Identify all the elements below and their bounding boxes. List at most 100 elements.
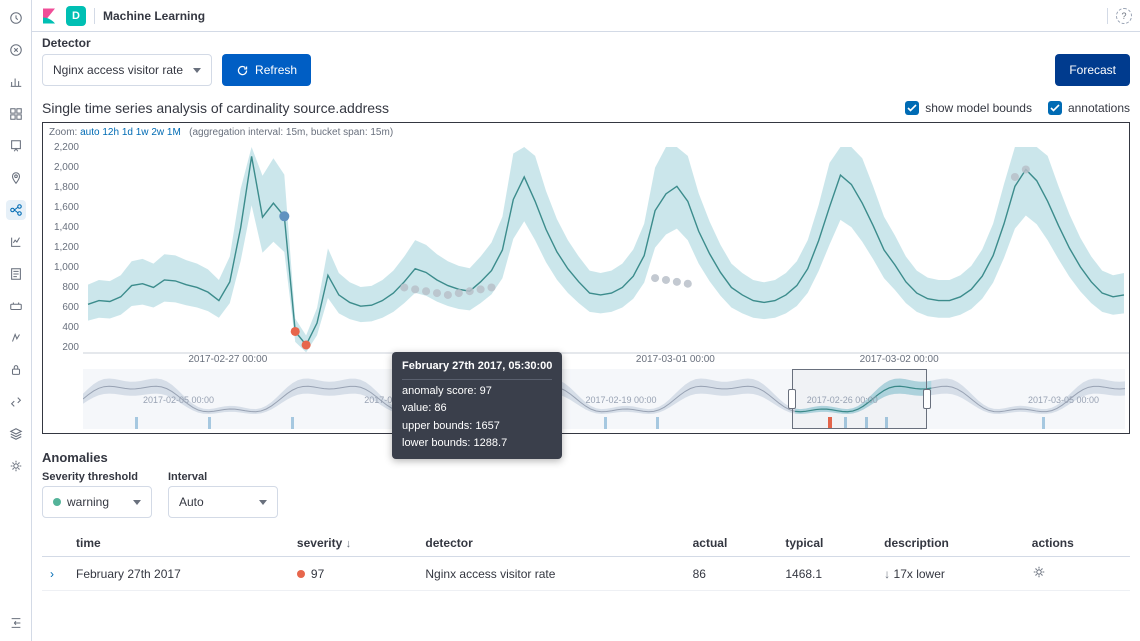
nav-ml-icon[interactable] [6,200,26,220]
zoom-bar: Zoom: auto 12h 1d 1w 2w 1M (aggregation … [43,123,1129,142]
sort-desc-icon: ↓ [346,538,352,550]
forecast-button[interactable]: Forecast [1055,54,1130,86]
header-divider [94,8,95,24]
zoom-12h[interactable]: 12h [102,127,119,138]
tooltip-row: value: 86 [402,400,552,418]
zoom-1M[interactable]: 1M [167,127,181,138]
nav-apm-icon[interactable] [6,296,26,316]
row-actions-gear-icon[interactable] [1032,568,1046,582]
nav-security-icon[interactable] [6,360,26,380]
zoom-1d[interactable]: 1d [122,127,133,138]
help-icon[interactable]: ? [1116,8,1132,24]
severity-threshold-label: Severity threshold [42,471,152,483]
col-actual[interactable]: actual [685,530,778,557]
ctx-tick: 2017-03-05 00:00 [1028,395,1099,405]
check-icon [905,101,919,115]
detector-select[interactable]: Nginx access visitor rate [42,54,212,86]
severity-dot-icon [53,498,61,506]
nav-stack-icon[interactable] [6,424,26,444]
zoom-1w[interactable]: 1w [136,127,149,138]
annotations-checkbox[interactable]: annotations [1048,101,1130,115]
description-text: 17x lower [894,567,945,581]
expand-row-icon[interactable]: › [50,567,60,581]
col-typical[interactable]: typical [777,530,876,557]
severity-select[interactable]: warning [42,486,152,518]
show-bounds-label: show model bounds [925,101,1032,115]
col-description[interactable]: description [876,530,1024,557]
ctx-tick: 2017-02-05 00:00 [143,395,214,405]
tooltip-row: anomaly score: 97 [402,383,552,401]
nav-dashboard-icon[interactable] [6,104,26,124]
cell-detector: Nginx access visitor rate [417,557,684,591]
cell-severity: 97 [289,557,417,591]
col-detector[interactable]: detector [417,530,684,557]
zoom-2w[interactable]: 2w [151,127,164,138]
ctx-tick: 2017-02-19 00:00 [585,395,656,405]
app-title: Machine Learning [103,9,205,23]
tooltip-row: lower bounds: 1288.7 [402,435,552,453]
nav-devtools-icon[interactable] [6,392,26,412]
refresh-icon [236,64,249,77]
nav-recent-icon[interactable] [6,8,26,28]
detector-select-value: Nginx access visitor rate [53,63,183,77]
context-chart[interactable]: 2017-02-05 00:00 2017-02-12 00:00 2017-0… [83,369,1125,429]
anomalies-table: time severity ↓ detector actual typical … [42,530,1130,591]
y-tick: 800 [43,282,79,293]
show-bounds-checkbox[interactable]: show model bounds [905,101,1032,115]
context-x-axis: 2017-02-05 00:00 2017-02-12 00:00 2017-0… [123,395,1119,405]
cell-actual: 86 [685,557,778,591]
chart-tooltip: February 27th 2017, 05:30:00 anomaly sco… [392,352,562,459]
space-badge[interactable]: D [66,6,86,26]
y-tick: 600 [43,302,79,313]
tooltip-row: upper bounds: 1657 [402,418,552,436]
y-tick: 1,200 [43,242,79,253]
collapse-sidebar-icon[interactable] [6,613,26,633]
nav-uptime-icon[interactable] [6,328,26,348]
cell-description: ↓ 17x lower [876,557,1024,591]
timeseries-chart: Zoom: auto 12h 1d 1w 2w 1M (aggregation … [42,122,1130,434]
nav-discover-icon[interactable] [6,40,26,60]
cell-typical: 1468.1 [777,557,876,591]
interval-select-value: Auto [179,495,204,509]
col-time[interactable]: time [68,530,289,557]
interval-label: Interval [168,471,278,483]
tooltip-title: February 27th 2017, 05:30:00 [402,358,552,380]
anomalies-header: Anomalies [42,450,1130,465]
refresh-label: Refresh [255,63,297,77]
y-tick: 2,000 [43,162,79,173]
cell-time: February 27th 2017 [68,557,289,591]
y-tick: 1,800 [43,182,79,193]
col-severity[interactable]: severity ↓ [289,530,417,557]
nav-canvas-icon[interactable] [6,136,26,156]
severity-select-value: warning [67,495,109,509]
chart-title: Single time series analysis of cardinali… [42,100,389,116]
nav-visualize-icon[interactable] [6,72,26,92]
plot-area[interactable] [83,142,1129,367]
nav-metrics-icon[interactable] [6,232,26,252]
y-tick: 400 [43,322,79,333]
arrow-down-icon: ↓ [884,567,890,581]
detector-label: Detector [42,36,1130,50]
x-axis: 2017-02-27 00:00 2017-02-28 00:00 2017-0… [83,354,1123,365]
sidebar [0,0,32,641]
y-tick: 2,200 [43,142,79,153]
nav-management-icon[interactable] [6,456,26,476]
x-tick: 2017-02-27 00:00 [188,354,267,365]
y-tick: 1,600 [43,202,79,213]
nav-maps-icon[interactable] [6,168,26,188]
zoom-auto[interactable]: auto [80,127,99,138]
forecast-label: Forecast [1069,63,1116,77]
check-icon [1048,101,1062,115]
table-row: › February 27th 2017 97 Nginx access vis… [42,557,1130,591]
nav-logs-icon[interactable] [6,264,26,284]
refresh-button[interactable]: Refresh [222,54,311,86]
y-tick: 1,000 [43,262,79,273]
interval-select[interactable]: Auto [168,486,278,518]
x-tick: 2017-03-02 00:00 [860,354,939,365]
x-tick: 2017-03-01 00:00 [636,354,715,365]
severity-dot-icon [297,570,305,578]
col-actions[interactable]: actions [1024,530,1130,557]
y-tick: 1,400 [43,222,79,233]
agg-note: (aggregation interval: 15m, bucket span:… [189,127,393,138]
kibana-logo-icon [40,7,58,25]
